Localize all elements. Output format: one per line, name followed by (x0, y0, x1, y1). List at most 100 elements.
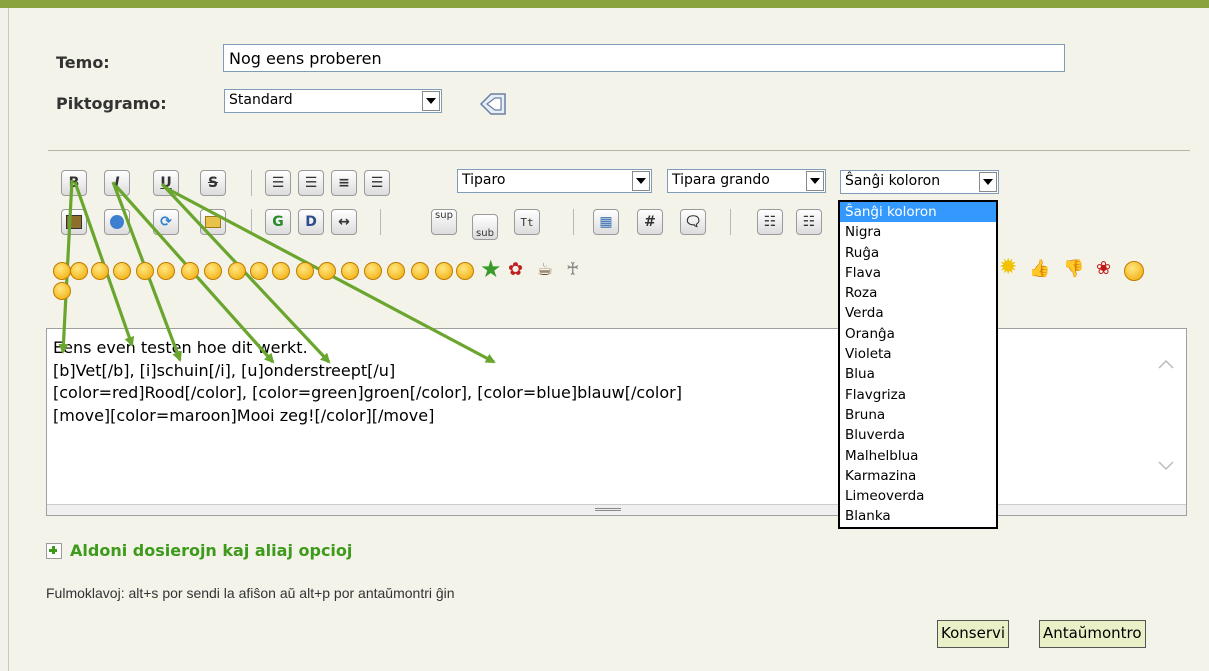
toolbar-separator (251, 170, 252, 196)
sun-icon[interactable]: ✹ (999, 255, 1017, 280)
smiley-icon[interactable] (181, 262, 199, 280)
subject-label: Temo: (56, 53, 110, 72)
additional-options-toggle[interactable]: Aldoni dosierojn kaj aliaj opcioj (46, 541, 352, 560)
chevron-down-icon (806, 171, 824, 191)
scroll-down-icon[interactable] (1158, 461, 1174, 471)
message-line: [move][color=maroon]Mooi zeg![/color][/m… (53, 405, 435, 425)
angel-icon[interactable]: ♰ (566, 259, 579, 280)
color-option[interactable]: Limeoverda (840, 486, 996, 506)
star-icon[interactable]: ★ (480, 257, 502, 281)
color-dropdown-list[interactable]: Ŝanĝi koloron Nigra Ruĝa Flava Roza Verda Oran… (838, 200, 998, 529)
color-option[interactable]: Ruĝa (840, 243, 996, 263)
table-button[interactable]: ▦ (593, 209, 619, 235)
preview-button[interactable]: Antaŭmontro (1039, 620, 1146, 648)
color-option[interactable]: Ŝanĝi koloron (840, 202, 996, 223)
superscript-label: sup (435, 210, 453, 221)
smiley-icon[interactable] (318, 262, 336, 280)
smiley-icon[interactable] (411, 262, 429, 280)
scroll-up-icon[interactable] (1158, 359, 1174, 369)
underline-button[interactable]: U (153, 170, 179, 196)
smiley-icon[interactable] (341, 262, 359, 280)
subject-input[interactable] (223, 44, 1065, 72)
message-text[interactable]: Eens even testen hoe dit werkt. [b]Vet[/b… (53, 337, 682, 427)
smiley-icon[interactable] (364, 262, 382, 280)
glow-button[interactable]: G (265, 209, 291, 235)
smiley-icon[interactable] (113, 262, 131, 280)
font-size-select[interactable]: Tipara grando (667, 169, 826, 193)
thumbs-up-icon[interactable]: 👍 (1029, 259, 1050, 279)
coffee-icon[interactable]: ☕ (537, 259, 553, 280)
strike-button[interactable]: S (200, 170, 226, 196)
thumbs-down-icon[interactable]: 👎 (1063, 259, 1084, 279)
color-option[interactable]: Blua (840, 364, 996, 384)
icon-label: Piktogramo: (56, 94, 167, 113)
justify-button[interactable]: ☰ (265, 170, 291, 196)
smiley-icon[interactable] (296, 262, 314, 280)
color-option[interactable]: Malhelblua (840, 446, 996, 466)
color-option[interactable]: Bluverda (840, 425, 996, 445)
message-line: Eens even testen hoe dit werkt. (53, 338, 308, 357)
move-button[interactable]: ↔ (331, 209, 357, 235)
save-button[interactable]: Konservi (937, 620, 1010, 648)
quote-button[interactable]: 🗨 (680, 209, 706, 235)
bullet-list-button[interactable]: ☷ (757, 209, 783, 235)
color-option[interactable]: Blanka (840, 506, 996, 526)
shadow-button[interactable]: D (298, 209, 324, 235)
italic-button[interactable]: I (104, 170, 130, 196)
toolbar-separator (380, 209, 381, 235)
smiley-icon[interactable] (228, 262, 246, 280)
font-color-select[interactable]: Ŝanĝi koloron (840, 170, 999, 194)
ftp-button[interactable] (200, 209, 226, 235)
color-option[interactable]: Oranĝa (840, 324, 996, 344)
color-option[interactable]: Flavgriza (840, 385, 996, 405)
color-option[interactable]: Karmazina (840, 466, 996, 486)
chevron-down-icon (632, 171, 650, 191)
smiley-icon[interactable] (272, 262, 290, 280)
link-button[interactable] (104, 209, 130, 235)
smiley-icon[interactable] (204, 262, 222, 280)
flowers-icon[interactable]: ✿ (508, 259, 523, 280)
color-option[interactable]: Flava (840, 263, 996, 283)
cool-smiley-icon[interactable] (53, 282, 71, 300)
message-editor[interactable]: Eens even testen hoe dit werkt. [b]Vet[/b… (46, 328, 1187, 516)
table-icon: ▦ (599, 214, 613, 230)
grip-line (595, 508, 621, 509)
color-option[interactable]: Nigra (840, 222, 996, 242)
subscript-label: sub (476, 228, 494, 239)
align-left-button[interactable]: ☰ (298, 170, 324, 196)
image-button[interactable] (61, 209, 87, 235)
align-center-button[interactable]: ≡ (331, 170, 357, 196)
numbered-list-icon: ☷ (802, 214, 816, 230)
editor-scrollbar[interactable] (1146, 329, 1186, 507)
smiley-icon[interactable] (91, 262, 109, 280)
font-face-select[interactable]: Tiparo (457, 169, 652, 193)
icon-select[interactable]: Standard (224, 89, 442, 113)
bold-button[interactable]: B (61, 170, 87, 196)
refresh-button[interactable]: ⟳ (153, 209, 179, 235)
teletype-button[interactable]: Tt (514, 209, 540, 235)
smiley-icon[interactable] (136, 262, 154, 280)
smiley-icon[interactable] (456, 262, 474, 280)
color-option[interactable]: Violeta (840, 344, 996, 364)
smiley-icon[interactable] (435, 262, 453, 280)
color-option[interactable]: Bruna (840, 405, 996, 425)
superscript-button[interactable]: sup (431, 209, 457, 235)
glow-label: G (272, 214, 284, 230)
code-button[interactable]: # (637, 209, 663, 235)
grip-line (595, 510, 621, 511)
chevron-down-icon (422, 91, 440, 111)
resize-grip[interactable] (47, 504, 1186, 515)
smiley-icon[interactable] (53, 262, 71, 280)
numbered-list-button[interactable]: ☷ (796, 209, 822, 235)
rose-icon[interactable]: ❀ (1096, 258, 1111, 279)
smiley-icon[interactable] (387, 262, 405, 280)
align-right-button[interactable]: ☰ (364, 170, 390, 196)
color-option[interactable]: Verda (840, 303, 996, 323)
smiley-icon[interactable] (250, 262, 268, 280)
smiley-icon[interactable] (1124, 261, 1144, 281)
color-option[interactable]: Roza (840, 283, 996, 303)
smiley-icon[interactable] (70, 262, 88, 280)
subscript-button[interactable]: sub (472, 214, 498, 240)
top-bar (0, 0, 1209, 8)
smiley-icon[interactable] (157, 262, 175, 280)
